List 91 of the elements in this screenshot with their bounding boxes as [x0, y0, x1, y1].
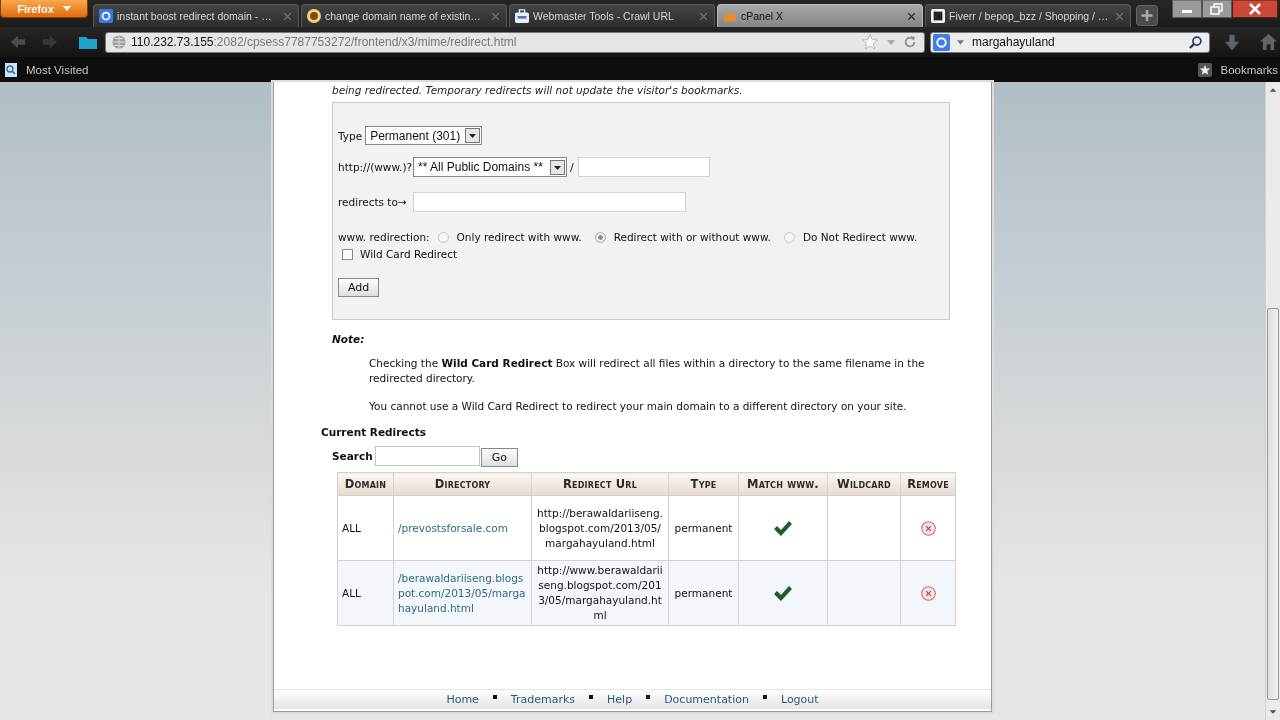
- search-label: Search: [332, 450, 373, 462]
- back-arrow-icon[interactable]: [9, 33, 27, 51]
- tile-icon: [933, 33, 950, 51]
- table-cell: permanent: [668, 495, 739, 561]
- radio-label: Do Not Redirect www.: [802, 231, 918, 243]
- remove-icon[interactable]: [920, 520, 936, 536]
- check-icon: [774, 520, 792, 536]
- footer-link[interactable]: Trademarks: [510, 693, 576, 706]
- forward-arrow-icon[interactable]: [41, 33, 59, 51]
- star-icon[interactable]: [862, 34, 878, 50]
- radio-button[interactable]: [783, 231, 795, 243]
- download-arrow-icon[interactable]: [1225, 33, 1239, 51]
- magnifier-page-icon: [4, 62, 18, 77]
- path-separator: /: [570, 160, 574, 174]
- browser-tab[interactable]: instant boost redirect domain - …: [93, 4, 299, 27]
- column-header: Wildcard: [827, 472, 901, 496]
- caret-icon: [550, 159, 566, 175]
- close-icon[interactable]: [908, 12, 915, 20]
- radio-button[interactable]: [594, 231, 606, 243]
- column-header: Domain: [337, 472, 394, 496]
- caret-icon: [465, 128, 481, 143]
- reload-icon[interactable]: [903, 35, 917, 49]
- table-cell: permanent: [668, 560, 739, 626]
- browser-tab[interactable]: change domain name of existin…: [301, 4, 507, 27]
- remove-icon[interactable]: [920, 585, 936, 601]
- radio-button[interactable]: [437, 231, 449, 243]
- search-input[interactable]: [374, 446, 480, 466]
- caret-icon[interactable]: [957, 39, 964, 45]
- footer-link[interactable]: Documentation: [664, 693, 749, 706]
- search-icon[interactable]: [1189, 35, 1202, 49]
- close-icon[interactable]: [1232, 0, 1278, 18]
- column-header: Remove: [900, 472, 956, 496]
- disc-icon: [307, 9, 321, 23]
- scrollbar[interactable]: [1265, 82, 1280, 720]
- bullet-icon: [762, 695, 767, 699]
- table-cell: http://berawaldariiseng.blogspot.com/2013/05/margahayuland.html: [531, 495, 669, 561]
- note-text: You cannot use a Wild Card Redirect to redirect your main domain to a different directory on your site.: [369, 399, 908, 414]
- briefcase-icon: [515, 9, 529, 23]
- intro-text: being redirected. Temporary redirects will not update the visitor's bookmarks.: [332, 84, 744, 97]
- note-text: Checking the Wild Card Redirect Box will redirect all files within a directory to the same filename in the redirected directory.: [369, 356, 926, 386]
- tile-icon: [931, 9, 945, 23]
- radio-label: Only redirect with www.: [456, 231, 582, 243]
- minimize-icon[interactable]: [1172, 0, 1202, 18]
- redirect-url-input[interactable]: [412, 192, 686, 212]
- bookmarks-button[interactable]: Bookmarks: [1198, 62, 1278, 77]
- table-cell: ALL: [337, 560, 394, 626]
- checkbox[interactable]: [342, 248, 353, 260]
- type-select[interactable]: Permanent (301): [365, 126, 483, 145]
- field-label: http://(www.)?: [338, 161, 413, 173]
- section-title: Current Redirects: [321, 425, 427, 439]
- column-header: Redirect Url: [531, 472, 669, 496]
- footer-link[interactable]: Home: [446, 693, 479, 706]
- checkbox-label: Wild Card Redirect: [360, 248, 458, 260]
- footer-link[interactable]: Help: [607, 693, 633, 706]
- footer-link[interactable]: Logout: [780, 693, 819, 706]
- column-header: Directory: [393, 472, 532, 496]
- note-title: Note:: [332, 332, 366, 346]
- star-icon: [1198, 62, 1213, 77]
- directory-link[interactable]: /berawaldariiseng.blogspot.com/2013/05/margahayuland.html: [398, 570, 527, 616]
- bookmark-item[interactable]: Most Visited: [4, 62, 89, 77]
- field-label: www. redirection:: [338, 231, 430, 243]
- go-button[interactable]: Go: [480, 447, 518, 467]
- directory-link[interactable]: /prevostsforsale.com: [398, 520, 527, 536]
- path-input[interactable]: [577, 157, 710, 177]
- table-cell: http://www.berawaldariiseng.blogspot.com/2013/05/margahayuland.html: [531, 560, 669, 626]
- home-icon[interactable]: [1260, 34, 1277, 50]
- tile-icon: [99, 9, 113, 23]
- caret-icon: [62, 6, 71, 11]
- field-label: redirects to→: [338, 196, 407, 208]
- field-label: Type: [338, 129, 363, 142]
- search-field[interactable]: margahayuland: [930, 31, 1210, 53]
- bullet-icon: [492, 695, 497, 699]
- column-header: Match www.: [738, 472, 828, 496]
- scrollbar-thumb[interactable]: [1267, 308, 1279, 700]
- domain-select[interactable]: ** All Public Domains **: [413, 157, 568, 177]
- browser-tab[interactable]: cPanel X: [717, 4, 923, 27]
- address-field[interactable]: 110.232.73.155:2082/cpsess7787753272/frontend/x3/mime/redirect.html: [105, 31, 925, 53]
- column-header: Type: [668, 472, 739, 496]
- globe-icon: [112, 35, 126, 49]
- add-button[interactable]: Add: [338, 278, 380, 297]
- bullet-icon: [646, 695, 651, 699]
- bullet-icon: [589, 695, 594, 699]
- table-cell: ALL: [337, 495, 394, 561]
- check-icon: [774, 585, 792, 601]
- radio-label: Redirect with or without www.: [613, 231, 771, 243]
- maximize-icon[interactable]: [1202, 0, 1232, 18]
- new-tab-icon[interactable]: [1136, 5, 1158, 26]
- folder-icon[interactable]: [79, 35, 97, 49]
- browser-tab[interactable]: Webmaster Tools - Crawl URL: [509, 4, 715, 27]
- caret-icon[interactable]: [887, 39, 895, 45]
- browser-tab[interactable]: Fiverr / bepop_bzz / Shopping / …: [925, 4, 1131, 27]
